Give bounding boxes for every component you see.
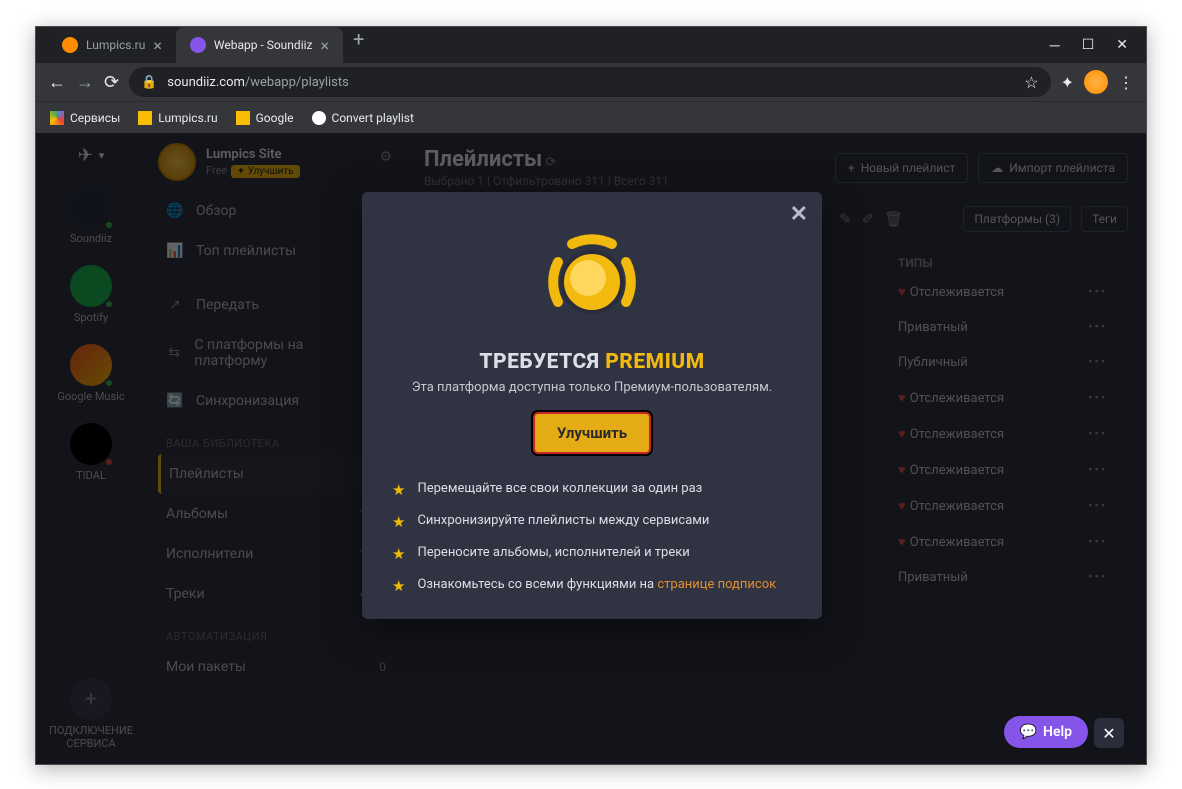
- back-icon[interactable]: ←: [48, 72, 66, 93]
- minimize-icon[interactable]: ─: [1050, 37, 1060, 54]
- tab-soundiiz[interactable]: Webapp - Soundiiz ×: [176, 27, 343, 63]
- feature-list: ★Перемещайте все свои коллекции за один …: [392, 481, 792, 595]
- star-icon: ★: [392, 577, 405, 595]
- toolbar: ← → ⟳ 🔒 soundiiz.com/webapp/playlists ☆ …: [36, 63, 1146, 101]
- url-host: soundiiz.com: [167, 75, 245, 90]
- feature-item: ★Синхронизируйте плейлисты между сервиса…: [392, 513, 792, 531]
- maximize-icon[interactable]: ☐: [1082, 37, 1095, 54]
- browser-window: Lumpics.ru × Webapp - Soundiiz × + ─ ☐ ✕…: [35, 26, 1147, 765]
- lock-icon: 🔒: [141, 75, 157, 90]
- profile-avatar[interactable]: [1084, 70, 1108, 94]
- new-tab-button[interactable]: +: [343, 27, 374, 63]
- address-bar[interactable]: 🔒 soundiiz.com/webapp/playlists ☆: [129, 67, 1051, 97]
- reload-icon[interactable]: ⟳: [104, 72, 119, 93]
- help-button[interactable]: 💬Help: [1004, 716, 1088, 748]
- window-controls: ─ ☐ ✕: [1032, 37, 1146, 54]
- bookmarks-bar: Сервисы Lumpics.ru Google Convert playli…: [36, 101, 1146, 133]
- star-icon: ★: [392, 545, 405, 563]
- close-icon[interactable]: ✕: [1116, 37, 1128, 54]
- apps-icon: [50, 111, 64, 125]
- forward-icon[interactable]: →: [76, 72, 94, 93]
- chat-icon: 💬: [1020, 724, 1037, 740]
- subscriptions-link[interactable]: странице подписок: [657, 577, 776, 592]
- help-close-button[interactable]: ✕: [1094, 718, 1124, 748]
- close-icon[interactable]: ×: [320, 36, 329, 55]
- close-icon[interactable]: ×: [153, 36, 162, 55]
- titlebar: Lumpics.ru × Webapp - Soundiiz × + ─ ☐ ✕: [36, 27, 1146, 63]
- premium-modal: ✕ ТРЕБУЕТСЯ PREMIUM Эта платформа доступ…: [362, 192, 822, 619]
- close-icon[interactable]: ✕: [790, 202, 808, 227]
- folder-icon: [236, 111, 250, 125]
- tab-favicon: [190, 37, 206, 53]
- tab-favicon: [62, 37, 78, 53]
- folder-icon: [138, 111, 152, 125]
- url-path: /webapp/playlists: [245, 75, 349, 90]
- upgrade-button[interactable]: Улучшить: [532, 411, 652, 455]
- bookmark-google[interactable]: Google: [236, 111, 294, 125]
- premium-logo: [532, 232, 652, 332]
- feature-item: ★Перемещайте все свои коллекции за один …: [392, 481, 792, 499]
- page-icon: [312, 111, 326, 125]
- modal-subtitle: Эта платформа доступна только Премиум-по…: [392, 380, 792, 395]
- tab-label: Webapp - Soundiiz: [214, 38, 313, 52]
- bookmark-convert[interactable]: Convert playlist: [312, 111, 414, 125]
- star-icon[interactable]: ☆: [1024, 73, 1038, 92]
- extensions-icon[interactable]: ✦: [1061, 73, 1074, 92]
- tab-strip: Lumpics.ru × Webapp - Soundiiz × +: [36, 27, 1032, 63]
- star-icon: ★: [392, 481, 405, 499]
- bookmark-lumpics[interactable]: Lumpics.ru: [138, 111, 217, 125]
- feature-item: ★Переносите альбомы, исполнителей и трек…: [392, 545, 792, 563]
- bookmark-services[interactable]: Сервисы: [50, 111, 120, 125]
- app-body: ✈▾ Soundiiz Spotify Google Music TIDAL +…: [36, 133, 1146, 764]
- tab-label: Lumpics.ru: [86, 38, 145, 52]
- feature-item: ★Ознакомьтесь со всеми функциями на стра…: [392, 577, 792, 595]
- tab-lumpics[interactable]: Lumpics.ru ×: [48, 27, 176, 63]
- star-icon: ★: [392, 513, 405, 531]
- modal-title: ТРЕБУЕТСЯ PREMIUM: [392, 350, 792, 374]
- menu-icon[interactable]: ⋮: [1118, 73, 1134, 92]
